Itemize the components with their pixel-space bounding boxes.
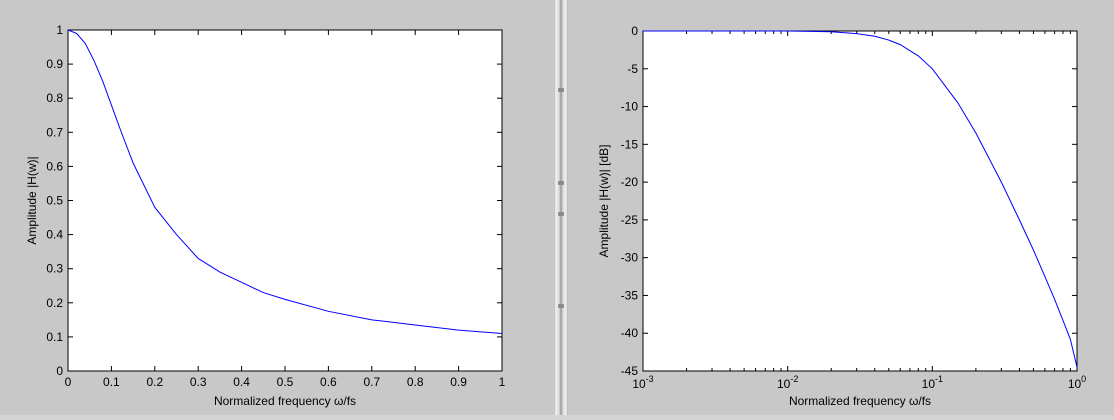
y-tick-label: -20 — [621, 175, 639, 189]
splitter-grip-icon — [558, 181, 564, 185]
y-tick-label: -5 — [627, 62, 638, 76]
y-tick-label: -35 — [621, 288, 639, 302]
y-tick-label: -30 — [621, 251, 639, 265]
x-tick-label-base: 10 — [632, 377, 646, 391]
x-tick-label-exponent: -1 — [935, 374, 943, 384]
x-tick-label-base: 10 — [922, 377, 936, 391]
y-tick-label: 0.2 — [46, 296, 63, 310]
y-tick-label: 0.9 — [46, 57, 63, 71]
x-tick-label: 1 — [499, 375, 506, 389]
plot-area — [642, 30, 1078, 372]
x-tick-label: 0.8 — [407, 375, 424, 389]
y-tick-label: 0.3 — [46, 262, 63, 276]
x-tick-label: 0.7 — [363, 375, 380, 389]
y-tick-label: 0 — [631, 24, 638, 38]
y-tick-label: -10 — [621, 100, 639, 114]
plot-area — [67, 29, 503, 372]
x-tick-label: 0.9 — [450, 375, 467, 389]
x-tick-label: 10-1 — [922, 374, 943, 391]
x-tick-label: 0.2 — [146, 375, 163, 389]
x-tick-label: 10-2 — [777, 374, 798, 391]
x-axis-label: Normalized frequency ω/fs — [789, 394, 931, 408]
right-figure-panel: 10-3 10-2 10-1 100 0 -5 -10 -15 -20 -25 -30 -35 -40-… — [568, 0, 1114, 415]
x-tick-label: 0.5 — [277, 375, 294, 389]
x-tick-label: 0 — [65, 375, 72, 389]
splitter-grip-icon — [558, 304, 564, 308]
splitter-grip-icon — [558, 212, 564, 216]
x-tick-label-base: 10 — [1068, 377, 1082, 391]
y-tick-label: 0 — [56, 364, 63, 378]
x-tick-label: 0.6 — [320, 375, 337, 389]
x-tick-label: 100 — [1068, 374, 1086, 391]
panel-splitter[interactable] — [554, 0, 568, 415]
x-tick-label-exponent: 0 — [1081, 374, 1086, 384]
amplitude-db-chart: 10-3 10-2 10-1 1000-5-10-15-20-25-30-35-40-… — [597, 24, 1086, 408]
y-tick-label: -40 — [621, 326, 639, 340]
left-figure-panel: 0 0.1 0.2 0.3 0.4 0.5 0.6 0.7 0.8 0.9 1 0 0.1 0.2 0.3 0… — [0, 0, 554, 415]
x-axis-label: Normalized frequency ω/fs — [214, 394, 356, 408]
y-tick-label: -15 — [621, 137, 639, 151]
y-tick-label: 0.6 — [46, 159, 63, 173]
amplitude-linear-chart: 0 0.1 0.2 0.3 0.4 0.5 0.6 0.7 0.8 0.9 1 0 0.1 0.2 0.3 0… — [25, 23, 506, 408]
x-tick-label-exponent: -2 — [790, 374, 798, 384]
y-tick-label: 0.1 — [46, 330, 63, 344]
y-tick-label: 0.5 — [46, 194, 63, 208]
y-tick-label: 1 — [56, 23, 63, 37]
x-tick-label: 0.1 — [103, 375, 120, 389]
splitter-grip-icon — [558, 88, 564, 92]
x-tick-label-base: 10 — [777, 377, 791, 391]
x-tick-label: 0.4 — [233, 375, 250, 389]
x-tick-label: 0.3 — [190, 375, 207, 389]
y-tick-label: 0.4 — [46, 228, 63, 242]
y-axis-label: Amplitude |H(w)| — [25, 156, 39, 244]
y-tick-label: 0.7 — [46, 125, 63, 139]
y-tick-label: -25 — [621, 213, 639, 227]
y-tick-label: 0.8 — [46, 91, 63, 105]
x-tick-label-exponent: -3 — [646, 374, 654, 384]
y-tick-label: -45 — [621, 364, 639, 378]
y-axis-label: Amplitude |H(w)| [dB] — [597, 145, 611, 258]
